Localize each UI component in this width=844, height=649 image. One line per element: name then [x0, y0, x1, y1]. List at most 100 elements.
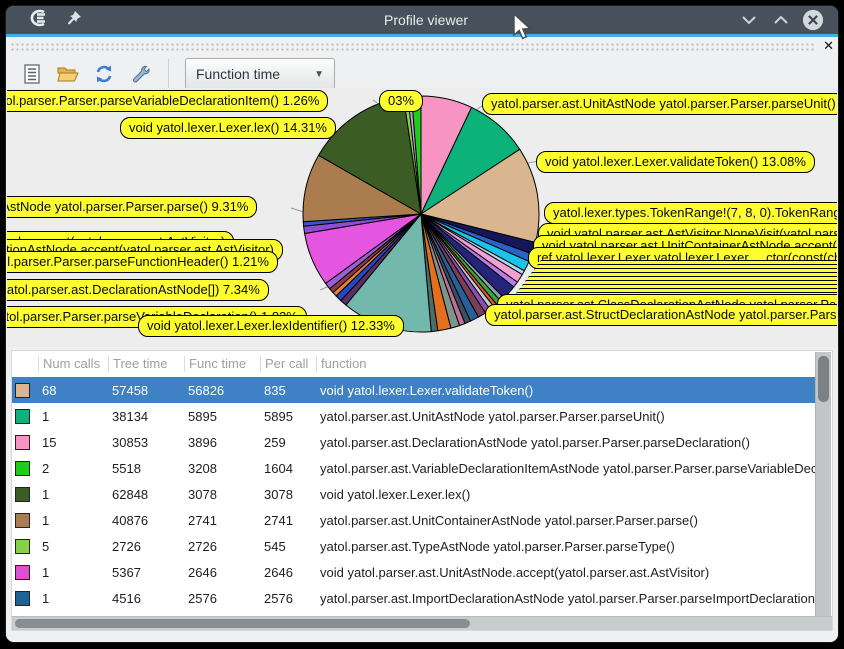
close-button[interactable] [802, 9, 824, 31]
function-cell: yatol.parser.ast.VariableDeclarationItem… [316, 461, 815, 476]
num-calls-cell: 15 [38, 435, 108, 450]
horizontal-scrollbar-thumb[interactable] [15, 619, 470, 628]
table-row[interactable]: 685745856826835void yatol.lexer.Lexer.va… [12, 377, 815, 403]
slice-color-swatch [15, 513, 30, 528]
func-time-cell: 3896 [184, 435, 260, 450]
table-row[interactable]: 13813458955895yatol.parser.ast.UnitAstNo… [12, 403, 815, 429]
table-header-row: Num callsTree timeFunc timePer callfunct… [12, 351, 815, 377]
slice-color-swatch [15, 383, 30, 398]
chevron-down-icon: ▼ [314, 69, 324, 80]
vertical-scrollbar[interactable] [815, 352, 831, 616]
table-row[interactable]: 16284830783078void yatol.lexer.Lexer.lex… [12, 481, 815, 507]
table-row[interactable]: 14087627412741yatol.parser.ast.UnitConta… [12, 507, 815, 533]
tree-time-cell: 57458 [108, 383, 184, 398]
num-calls-cell: 1 [38, 487, 108, 502]
profile-table: Num callsTree timeFunc timePer callfunct… [11, 350, 833, 631]
pie-chart-panel: 03% yatol.parser.ast.VariableDeclarationI… [7, 88, 837, 347]
column-header-function[interactable]: function [316, 356, 815, 372]
pin-icon[interactable] [66, 10, 82, 31]
pie-callout-label: void yatol.lexer.Lexer.lexIdentifier() 1… [138, 315, 404, 337]
func-time-cell: 2576 [184, 591, 260, 606]
table-row[interactable]: 2551832081604yatol.parser.ast.VariableDe… [12, 455, 815, 481]
slice-color-swatch [15, 409, 30, 424]
mouse-cursor [513, 13, 533, 46]
table-row[interactable]: 527262726545yatol.parser.ast.TypeAstNode… [12, 533, 815, 559]
func-time-cell: 2741 [184, 513, 260, 528]
function-cell: void yatol.lexer.Lexer.validateToken() [316, 383, 815, 398]
func-time-cell: 2646 [184, 565, 260, 580]
tree-time-cell: 62848 [108, 487, 184, 502]
pie-callout-label: 03% [379, 90, 423, 112]
tree-time-cell: 38134 [108, 409, 184, 424]
slice-color-swatch [15, 435, 30, 450]
dock-grip[interactable] [10, 42, 816, 51]
function-cell: yatol.parser.ast.DeclarationAstNode yato… [316, 435, 815, 450]
per-call-cell: 2741 [260, 513, 316, 528]
refresh-button[interactable] [92, 62, 116, 86]
per-call-cell: 835 [260, 383, 316, 398]
report-list-button[interactable] [20, 62, 44, 86]
column-header-per-call[interactable]: Per call [260, 356, 316, 372]
num-calls-cell: 1 [38, 513, 108, 528]
pie-callout-label: void yatol.lexer.Lexer.lex() 14.31% [120, 117, 336, 139]
function-cell: void yatol.lexer.Lexer.lex() [316, 487, 815, 502]
pie-callout-label: void yatol.parser.Parser.parseDeclaratio… [7, 279, 269, 301]
per-call-cell: 3078 [260, 487, 316, 502]
app-logo-icon [28, 8, 52, 33]
slice-color-swatch [15, 565, 30, 580]
dock-close-icon[interactable]: ✕ [823, 38, 834, 54]
profile-viewer-window: Profile viewer ✕ [6, 6, 838, 642]
tree-time-cell: 5518 [108, 461, 184, 476]
per-call-cell: 259 [260, 435, 316, 450]
pie-callout-label: yatol.parser.ast.VariableDeclarationItem… [7, 90, 328, 112]
func-time-cell: 56826 [184, 383, 260, 398]
table-row[interactable]: 1536726462646void yatol.parser.ast.UnitA… [12, 559, 815, 585]
tree-time-cell: 2726 [108, 539, 184, 554]
function-cell: yatol.parser.ast.TypeAstNode yatol.parse… [316, 539, 815, 554]
open-file-button[interactable] [56, 62, 80, 86]
num-calls-cell: 1 [38, 591, 108, 606]
tree-time-cell: 40876 [108, 513, 184, 528]
per-call-cell: 2646 [260, 565, 316, 580]
dock-content: ✕ [6, 37, 838, 642]
func-time-cell: 5895 [184, 409, 260, 424]
function-cell: void yatol.parser.ast.UnitAstNode.accept… [316, 565, 815, 580]
per-call-cell: 1604 [260, 461, 316, 476]
slice-color-swatch [15, 461, 30, 476]
horizontal-scrollbar[interactable] [12, 616, 832, 630]
pie-callout-label: yatol.parser.ast.UnitContainerAstNode ya… [7, 196, 257, 218]
vertical-scrollbar-thumb[interactable] [818, 356, 829, 402]
window-title: Profile viewer [228, 12, 624, 28]
toolbar-separator [168, 59, 169, 89]
profile-metric-combobox[interactable]: Function time ▼ [185, 58, 335, 90]
function-cell: yatol.parser.ast.UnitAstNode yatol.parse… [316, 409, 815, 424]
pie-callout-label: yatol.parser.ast.FunctionHeaderAstNode y… [7, 251, 278, 273]
slice-color-swatch [15, 539, 30, 554]
column-header-color[interactable] [12, 356, 38, 372]
function-cell: yatol.parser.ast.ImportDeclarationAstNod… [316, 591, 815, 606]
table-row[interactable]: 15308533896259yatol.parser.ast.Declarati… [12, 429, 815, 455]
pie-callout-label: yatol.parser.ast.StructDeclarationAstNod… [485, 304, 837, 326]
func-time-cell: 3078 [184, 487, 260, 502]
function-cell: yatol.parser.ast.UnitContainerAstNode ya… [316, 513, 815, 528]
num-calls-cell: 68 [38, 383, 108, 398]
settings-wrench-icon[interactable] [128, 62, 152, 86]
column-header-func-time[interactable]: Func time [184, 356, 260, 372]
column-header-num-calls[interactable]: Num calls [38, 356, 108, 372]
num-calls-cell: 2 [38, 461, 108, 476]
minimize-button[interactable] [738, 9, 760, 31]
num-calls-cell: 5 [38, 539, 108, 554]
tree-time-cell: 30853 [108, 435, 184, 450]
pie-callout-label: yatol.lexer.types.TokenRange!(7, 8, 0).T… [544, 202, 837, 224]
maximize-button[interactable] [770, 9, 792, 31]
dock-header[interactable]: ✕ [8, 40, 836, 52]
tree-time-cell: 4516 [108, 591, 184, 606]
pie-callout-label: void yatol.lexer.Lexer.validateToken() 1… [536, 151, 815, 173]
screen: { "window": { "title": "Profile viewer" … [0, 0, 844, 649]
column-header-tree-time[interactable]: Tree time [108, 356, 184, 372]
table-row[interactable]: 1451625762576yatol.parser.ast.ImportDecl… [12, 585, 815, 611]
titlebar[interactable]: Profile viewer [6, 6, 838, 34]
tree-time-cell: 5367 [108, 565, 184, 580]
per-call-cell: 545 [260, 539, 316, 554]
func-time-cell: 2726 [184, 539, 260, 554]
